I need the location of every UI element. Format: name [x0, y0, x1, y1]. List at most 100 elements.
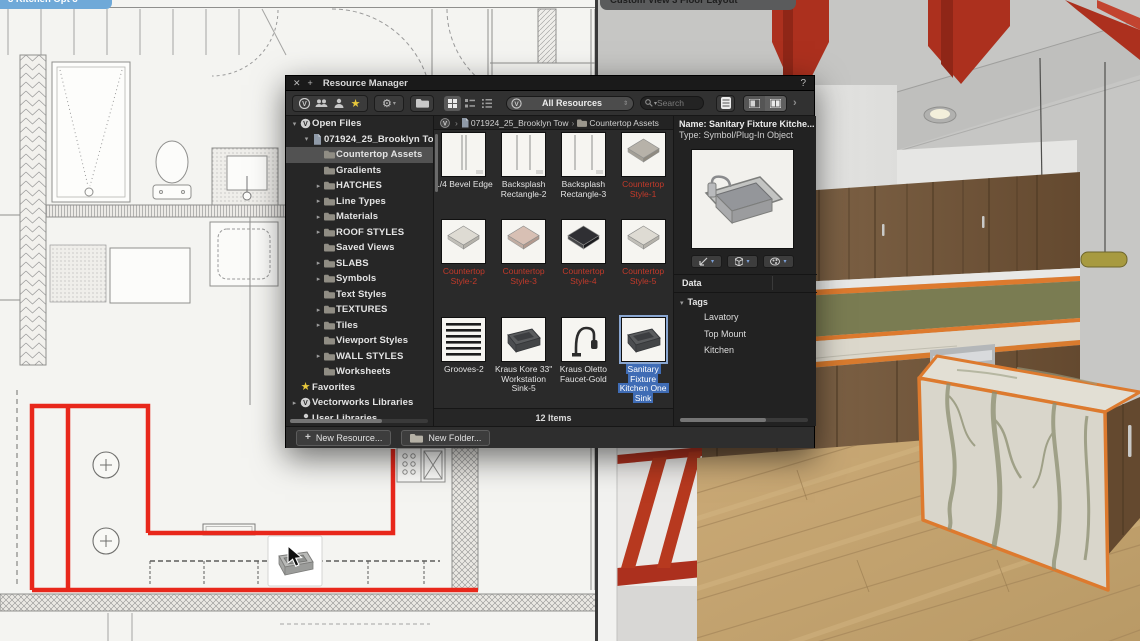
tag-item-top-mount[interactable]: Top Mount	[704, 329, 746, 339]
tree-item-slabs[interactable]: ▸SLABS	[286, 256, 433, 272]
favorites-icon[interactable]: ★	[347, 96, 364, 111]
new-folder-button[interactable]: New Folder...	[401, 430, 490, 446]
breadcrumb-folder[interactable]: Countertop Assets	[589, 118, 658, 128]
tree-item-favorites[interactable]: ★Favorites	[286, 380, 433, 396]
tree-item-text-styles[interactable]: Text Styles	[286, 287, 433, 303]
render-view-label[interactable]: Custom View 3 Floor Layout	[600, 0, 796, 10]
resource-item-countertop-style-2[interactable]: Countertop Style-2	[434, 217, 494, 315]
preview-render-button[interactable]: ▾	[763, 255, 794, 268]
tree-item-textures[interactable]: ▸TEXTURES	[286, 302, 433, 318]
settings-button[interactable]: ⚙▾	[374, 95, 404, 112]
resource-item-backsplash-rectangle-2[interactable]: Backsplash Rectangle-2	[494, 130, 554, 217]
dual-pane-icon[interactable]	[765, 96, 786, 111]
resource-thumbnail[interactable]	[621, 219, 666, 264]
resource-filter-select[interactable]: V All Resources ⇕	[506, 96, 634, 111]
svg-text:V: V	[443, 121, 447, 127]
expand-icon[interactable]: ▸	[314, 275, 323, 283]
dragged-sink-symbol[interactable]	[268, 536, 322, 586]
collapse-icon[interactable]: ▾	[302, 135, 311, 143]
tree-item-label: Text Styles	[336, 289, 387, 300]
resource-thumbnail[interactable]	[501, 132, 546, 177]
list-thumbnail-view-icon[interactable]	[461, 96, 478, 111]
tree-item-roof-styles[interactable]: ▸ROOF STYLES	[286, 225, 433, 241]
tree-item-tiles[interactable]: ▸Tiles	[286, 318, 433, 334]
user-libraries-icon[interactable]	[330, 96, 347, 111]
tree-item-071924-25-brooklyn-to[interactable]: ▾071924_25_Brooklyn To	[286, 132, 433, 148]
expand-icon[interactable]: ▸	[314, 228, 323, 236]
vectorworks-libraries-icon[interactable]: V	[296, 96, 313, 111]
expand-icon[interactable]: ▸	[314, 197, 323, 205]
resource-thumbnail[interactable]	[501, 317, 546, 362]
tree-item-gradients[interactable]: Gradients	[286, 163, 433, 179]
resource-thumbnail[interactable]	[441, 132, 486, 177]
grid-view-icon[interactable]	[444, 96, 461, 111]
tree-item-symbols[interactable]: ▸Symbols	[286, 271, 433, 287]
tag-item-kitchen[interactable]: Kitchen	[704, 345, 746, 355]
add-window-icon[interactable]: +	[308, 78, 313, 88]
search-input[interactable]	[657, 98, 697, 108]
tree-item-countertop-assets[interactable]: Countertop Assets	[286, 147, 433, 163]
search-box[interactable]: ▾	[640, 96, 704, 110]
tag-item-lavatory[interactable]: Lavatory	[704, 312, 746, 322]
new-resource-button[interactable]: + New Resource...	[296, 430, 391, 446]
resource-thumbnail[interactable]	[561, 132, 606, 177]
resource-item-countertop-style-5[interactable]: Countertop Style-5	[613, 217, 673, 315]
folder-icon	[323, 228, 336, 237]
info-horizontal-scrollbar[interactable]	[680, 418, 808, 422]
list-detail-view-icon[interactable]	[478, 96, 495, 111]
resource-item-countertop-style-3[interactable]: Countertop Style-3	[494, 217, 554, 315]
resource-thumbnail[interactable]	[561, 317, 606, 362]
data-section-header[interactable]: Data	[682, 278, 702, 288]
close-icon[interactable]: ✕	[293, 78, 301, 89]
resource-item-sanitary-fixture-kitchen-one-sink[interactable]: Sanitary Fixture Kitchen One Sink	[613, 315, 673, 408]
resource-thumbnail[interactable]	[621, 132, 666, 177]
resource-thumbnail[interactable]	[561, 219, 606, 264]
resource-thumbnail[interactable]	[621, 317, 666, 362]
tree-item-viewport-styles[interactable]: Viewport Styles	[286, 333, 433, 349]
tree-item-label: WALL STYLES	[336, 351, 403, 362]
resource-item-countertop-style-1[interactable]: Countertop Style-1	[613, 130, 673, 217]
resource-item-kraus-oletto-faucet-gold[interactable]: Kraus Oletto Faucet-Gold	[554, 315, 614, 408]
expand-icon[interactable]: ▸	[314, 259, 323, 267]
tree-item-wall-styles[interactable]: ▸ WALL STYLES	[286, 349, 433, 365]
expand-icon[interactable]: ▸	[314, 352, 323, 360]
svg-text:V: V	[514, 101, 519, 108]
preview-mode-3d-button[interactable]: ▾	[727, 255, 758, 268]
sidebar-horizontal-scrollbar[interactable]	[290, 419, 428, 423]
compare-panel-button[interactable]	[716, 95, 735, 112]
grid-vertical-scrollbar[interactable]	[435, 134, 438, 192]
resource-item-backsplash-rectangle-3[interactable]: Backsplash Rectangle-3	[554, 130, 614, 217]
expand-icon[interactable]: ▸	[314, 321, 323, 329]
resource-item-kraus-kore-33-workstation-sink-5[interactable]: Kraus Kore 33" Workstation Sink-5	[494, 315, 554, 408]
tree-item-vectorworks-libraries[interactable]: ▸VVectorworks Libraries	[286, 395, 433, 411]
tree-item-materials[interactable]: ▸Materials	[286, 209, 433, 225]
tree-item-line-types[interactable]: ▸Line Types	[286, 194, 433, 210]
resource-item-1-4-bevel-edge[interactable]: 1/4 Bevel Edge	[434, 130, 494, 217]
preview-mode-2d-button[interactable]: ▾	[691, 255, 722, 268]
resource-thumbnail[interactable]	[441, 219, 486, 264]
resource-item-grooves-2[interactable]: Grooves-2	[434, 315, 494, 408]
resource-item-countertop-style-4[interactable]: Countertop Style-4	[554, 217, 614, 315]
breadcrumb[interactable]: V › 071924_25_Brooklyn Tow › Countertop …	[434, 116, 673, 130]
tree-item-open-files[interactable]: ▾VOpen Files	[286, 116, 433, 132]
expand-icon[interactable]: ▸	[290, 399, 299, 407]
collapse-icon[interactable]: ▾	[290, 120, 299, 128]
tree-item-worksheets[interactable]: Worksheets	[286, 364, 433, 380]
dialog-titlebar[interactable]: ✕ + Resource Manager ?	[286, 76, 814, 91]
expand-icon[interactable]: ▸	[314, 213, 323, 221]
expand-icon[interactable]: ▸	[314, 182, 323, 190]
tree-item-saved-views[interactable]: Saved Views	[286, 240, 433, 256]
expand-icon[interactable]: ▸	[314, 306, 323, 314]
breadcrumb-file[interactable]: 071924_25_Brooklyn Tow	[471, 118, 569, 128]
toolbar-overflow-icon[interactable]: ›	[793, 97, 797, 109]
new-folder-toolbar-button[interactable]	[410, 95, 434, 112]
resource-type-label: Type: Symbol/Plug-In Object	[679, 130, 816, 140]
shared-libraries-icon[interactable]	[313, 96, 330, 111]
resource-thumbnail[interactable]	[501, 219, 546, 264]
plan-view-tab[interactable]: 3 Kitchen Opt 3	[0, 0, 112, 9]
single-pane-icon[interactable]	[744, 96, 765, 111]
resource-thumbnail[interactable]	[441, 317, 486, 362]
tags-group-header[interactable]: ▾Tags	[680, 297, 708, 307]
tree-item-hatches[interactable]: ▸HATCHES	[286, 178, 433, 194]
help-icon[interactable]: ?	[800, 78, 806, 89]
